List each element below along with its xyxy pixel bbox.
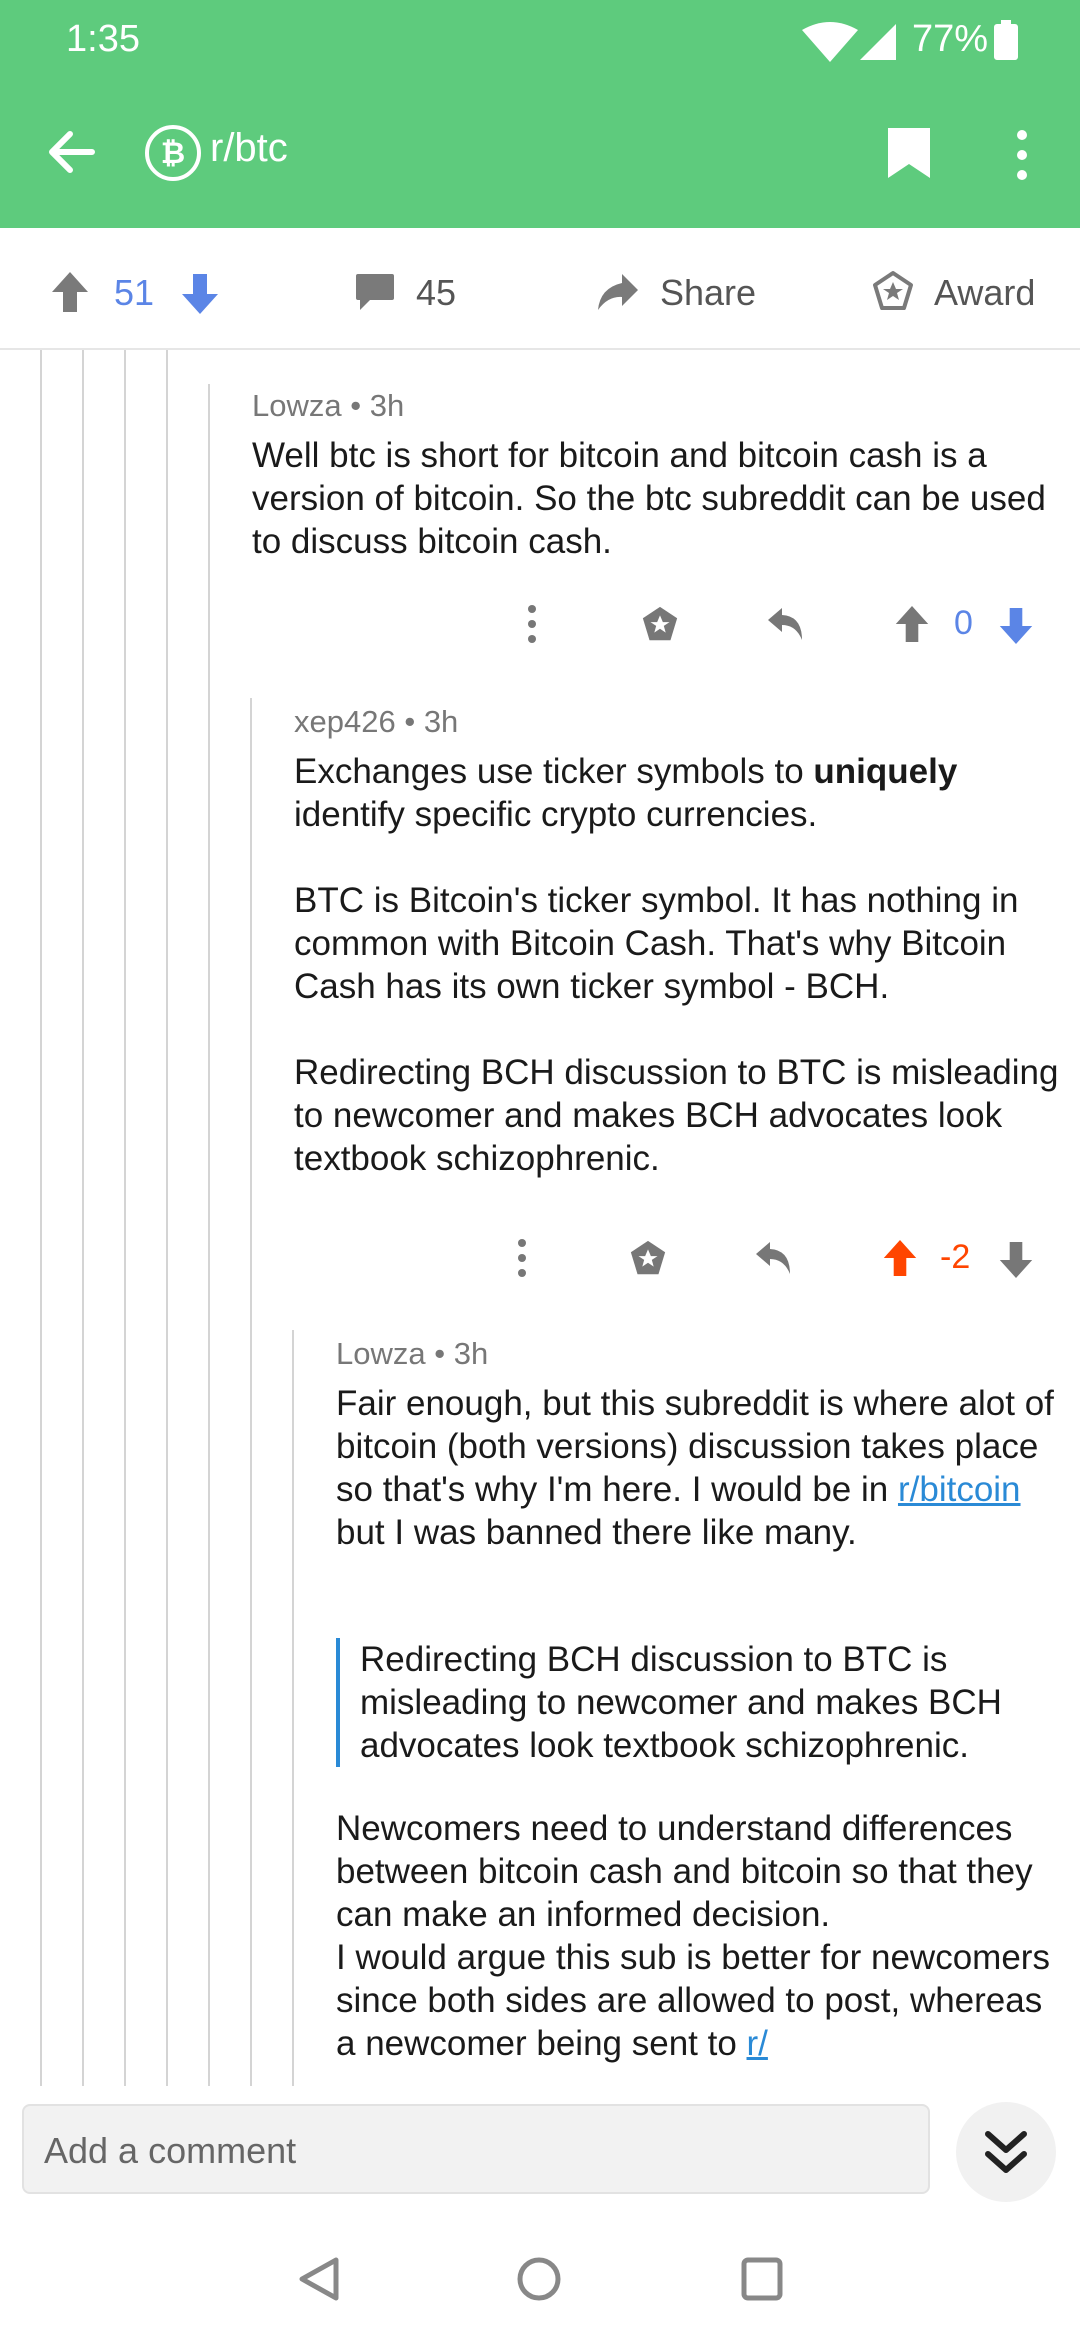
comment-paragraph: Exchanges use ticker symbols to uniquely… (294, 752, 958, 834)
thread-line (250, 698, 252, 2086)
comment-composer[interactable]: Add a comment (22, 2104, 930, 2194)
svg-text:₿: ₿ (161, 136, 185, 171)
comment-age: 3h (423, 704, 459, 739)
more-options-icon[interactable] (516, 1238, 528, 1278)
more-options-icon[interactable] (526, 604, 538, 644)
subreddit-link[interactable]: r/ (747, 2024, 768, 2063)
downvote-arrow-icon[interactable] (180, 272, 220, 316)
battery-icon (994, 20, 1018, 60)
comment-body: Exchanges use ticker symbols to uniquely… (294, 750, 1064, 1180)
comment: Lowza • 3h Fair enough, but this subredd… (336, 1336, 1066, 2086)
system-nav-bar (0, 2220, 1080, 2340)
status-time: 1:35 (66, 18, 140, 60)
reply-icon[interactable] (754, 1240, 794, 1276)
award-icon[interactable] (628, 1238, 668, 1278)
thread-line (124, 350, 126, 2086)
comment-paragraph: Fair enough, but this subreddit is where… (336, 1384, 1054, 1552)
bookmark-icon[interactable] (886, 126, 932, 180)
comment-paragraph: BTC is Bitcoin's ticker symbol. It has n… (294, 881, 1019, 1006)
comment: xep426 • 3h Exchanges use ticker symbols… (294, 704, 1064, 1180)
post-action-bar (0, 228, 1080, 350)
thread-line (40, 350, 42, 2086)
comment-bubble-icon[interactable] (354, 272, 396, 312)
comments-count[interactable]: 45 (416, 272, 456, 314)
share-button[interactable]: Share (660, 272, 756, 314)
comment-author[interactable]: Lowza (252, 388, 342, 423)
double-chevron-down-icon (985, 2131, 1027, 2173)
subreddit-bitcoin-icon: ₿ (145, 125, 201, 181)
award-icon[interactable] (872, 270, 914, 312)
subreddit-link[interactable]: r/bitcoin (898, 1470, 1021, 1509)
upvote-arrow-icon[interactable] (50, 270, 90, 314)
comment-meta: Lowza • 3h (252, 388, 405, 423)
thread-line (208, 384, 210, 2086)
nav-recents-icon[interactable] (740, 2256, 784, 2302)
upvote-arrow-icon[interactable] (882, 1238, 918, 1278)
comment-author[interactable]: Lowza (336, 1336, 426, 1371)
comment-age: 3h (369, 388, 405, 423)
block-quote: Redirecting BCH discussion to BTC is mis… (336, 1638, 1066, 1767)
comment-meta: Lowza • 3h (336, 1336, 489, 1371)
subreddit-title[interactable]: r/btc (210, 126, 288, 171)
reply-icon[interactable] (766, 606, 806, 642)
comment: Lowza • 3h Well btc is short for bitcoin… (252, 388, 1052, 563)
upvote-arrow-icon[interactable] (894, 604, 930, 644)
share-arrow-icon[interactable] (596, 270, 640, 314)
thread-line (82, 350, 84, 2086)
comment-paragraph: Redirecting BCH discussion to BTC is mis… (294, 1053, 1059, 1178)
post-score: 51 (114, 272, 155, 313)
nav-home-icon[interactable] (516, 2256, 562, 2302)
comment-meta: xep426 • 3h (294, 704, 459, 739)
comment-paragraph: Newcomers need to understand differences… (336, 1809, 1033, 1934)
downvote-arrow-icon[interactable] (998, 1240, 1034, 1280)
app-bar: 1:35 77% ₿ r/btc (0, 0, 1080, 228)
back-arrow-icon[interactable] (44, 124, 100, 180)
comment-input-placeholder: Add a comment (44, 2130, 297, 2171)
signal-icon (860, 24, 896, 60)
downvote-arrow-icon[interactable] (998, 606, 1034, 646)
battery-percent: 77% (912, 18, 989, 60)
comment-score: -2 (940, 1238, 971, 1276)
overflow-menu-icon[interactable] (1010, 128, 1034, 182)
comment-author[interactable]: xep426 (294, 704, 396, 739)
comment-age: 3h (453, 1336, 489, 1371)
thread-line (292, 1330, 294, 2086)
comment-body: Well btc is short for bitcoin and bitcoi… (252, 436, 1046, 561)
award-button[interactable]: Award (934, 272, 1035, 314)
wifi-icon (802, 22, 858, 62)
comment-score: 0 (954, 604, 973, 642)
nav-back-icon[interactable] (298, 2256, 340, 2302)
thread-line (166, 350, 168, 2086)
collapse-comments-button[interactable] (956, 2102, 1056, 2202)
award-icon[interactable] (640, 604, 680, 644)
comment-paragraph: I would argue this sub is better for new… (336, 1938, 1050, 2063)
comment-body: Fair enough, but this subreddit is where… (336, 1382, 1066, 2065)
